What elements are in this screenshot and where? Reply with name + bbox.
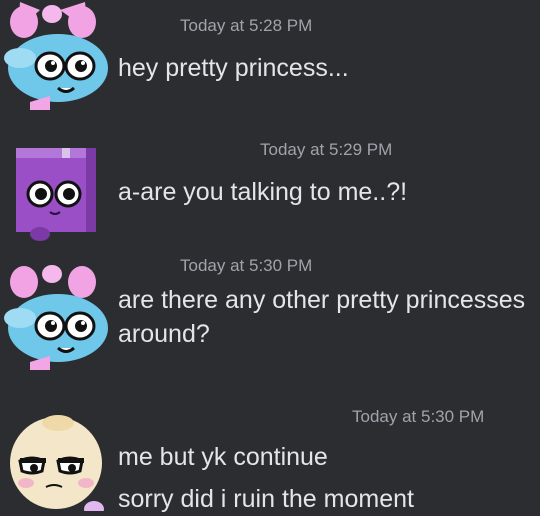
message-timestamp: Today at 5:29 PM	[260, 140, 393, 159]
message-timestamp: Today at 5:28 PM	[180, 16, 313, 35]
message-text: hey pretty princess...	[118, 54, 349, 82]
message-1: Today at 5:28 PM hey pretty princess...	[0, 0, 540, 120]
message-text: sorry did i ruin the moment	[118, 485, 414, 513]
message-timestamp: Today at 5:30 PM	[180, 256, 313, 275]
message-text: a-are you talking to me..?!	[118, 178, 408, 206]
blue-girl-avatar-icon[interactable]	[0, 0, 110, 110]
blue-girl-avatar-icon[interactable]	[0, 260, 110, 370]
message-timestamp: Today at 5:30 PM	[352, 407, 485, 426]
message-text: around?	[118, 320, 210, 348]
message-4: Today at 5:30 PM me but yk continue sorr…	[0, 395, 540, 516]
message-3: Today at 5:30 PM are there any other pre…	[0, 250, 540, 390]
message-text: are there any other pretty princesses	[118, 286, 526, 314]
purple-box-avatar-icon[interactable]	[10, 142, 110, 242]
cream-character-avatar-icon[interactable]	[6, 411, 110, 516]
message-2: Today at 5:29 PM a-are you talking to me…	[0, 130, 540, 250]
message-text: me but yk continue	[118, 443, 328, 471]
